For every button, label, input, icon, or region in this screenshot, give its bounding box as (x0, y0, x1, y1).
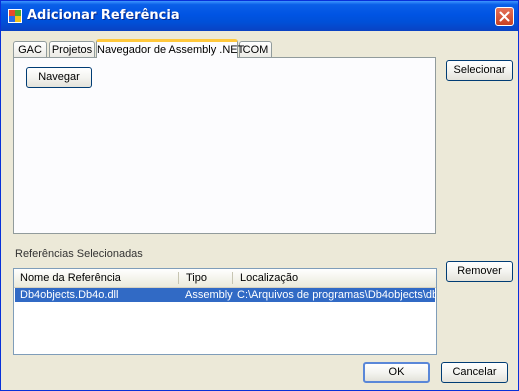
selected-references-list[interactable]: Nome da Referência Tipo Localização Db4o… (13, 268, 437, 355)
window-title: Adicionar Referência (27, 8, 180, 23)
browse-button[interactable]: Navegar (26, 67, 92, 88)
list-row[interactable]: Db4objects.Db4o.dll Assembly C:\Arquivos… (15, 288, 435, 302)
remove-button[interactable]: Remover (446, 261, 513, 282)
reference-name: Db4objects.Db4o.dll (20, 289, 119, 301)
tab-projetos[interactable]: Projetos (49, 41, 95, 57)
title-bar[interactable]: Adicionar Referência (1, 1, 518, 31)
select-button[interactable]: Selecionar (446, 60, 513, 81)
add-reference-dialog: Adicionar Referência GAC Projetos Navega… (0, 0, 519, 391)
column-header-location[interactable]: Localização (234, 269, 434, 287)
list-header: Nome da Referência Tipo Localização (14, 269, 436, 288)
close-button[interactable] (495, 7, 514, 26)
column-divider[interactable] (232, 272, 233, 284)
selected-references-label: Referências Selecionadas (15, 248, 143, 260)
cancel-button[interactable]: Cancelar (441, 362, 508, 383)
column-divider[interactable] (178, 272, 179, 284)
tab-navegador-assembly[interactable]: Navegador de Assembly .NET (96, 39, 244, 58)
app-icon (8, 9, 22, 23)
reference-type: Assembly (185, 289, 233, 301)
tab-panel: Navegar (13, 57, 436, 234)
tab-gac[interactable]: GAC (13, 41, 47, 57)
column-header-name[interactable]: Nome da Referência (14, 269, 178, 287)
close-icon (499, 11, 510, 22)
reference-location: C:\Arquivos de programas\Db4objects\db4.… (237, 289, 435, 301)
ok-button[interactable]: OK (363, 362, 430, 383)
column-header-type[interactable]: Tipo (180, 269, 232, 287)
